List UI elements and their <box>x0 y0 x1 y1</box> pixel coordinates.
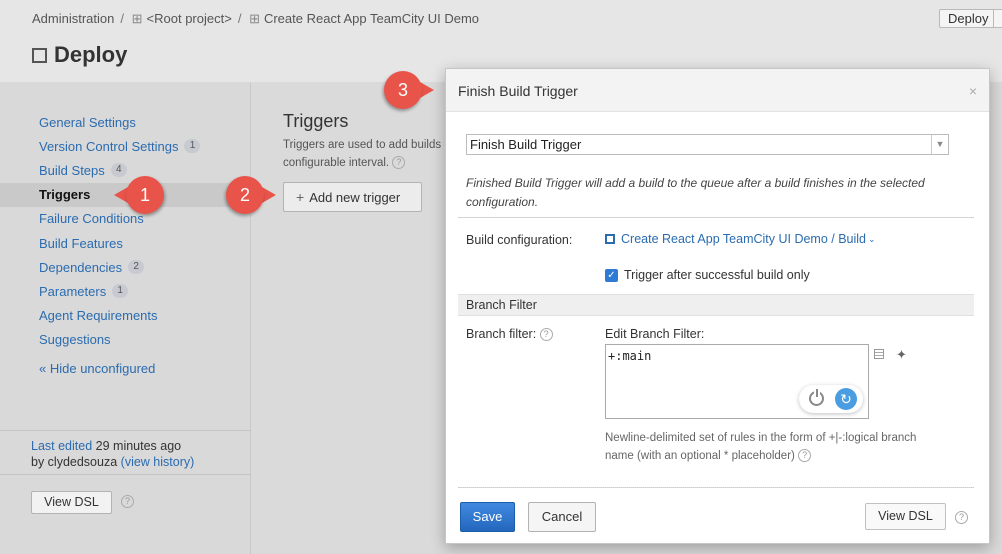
project-icon: ⊞ <box>131 11 143 26</box>
breadcrumb-separator: / <box>237 11 242 26</box>
chevron-down-icon: ⌄ <box>868 233 876 244</box>
count-badge: 1 <box>184 139 201 154</box>
page-title: Deploy <box>32 42 127 68</box>
power-icon[interactable] <box>809 389 824 406</box>
sidebar-item-label: Suggestions <box>39 332 111 348</box>
trigger-type-select[interactable]: Finish Build Trigger ▼ <box>466 134 949 155</box>
section-description-line1: Triggers are used to add builds <box>283 139 442 151</box>
last-edited-link[interactable]: Last edited <box>31 439 92 453</box>
last-edited-info: Last edited 29 minutes ago by clydedsouz… <box>31 438 194 470</box>
last-edited-time: 29 minutes ago <box>95 439 182 453</box>
magic-wand-icon[interactable]: ✦ <box>896 347 907 363</box>
count-badge: 2 <box>128 260 145 275</box>
hide-unconfigured-link[interactable]: « Hide unconfigured <box>39 361 155 376</box>
branch-filter-hint-text: Newline-delimited set of rules in the fo… <box>605 432 917 462</box>
divider <box>458 487 974 488</box>
sidebar-item-label: Build Steps <box>39 162 105 178</box>
callout-2: 2 <box>226 176 276 214</box>
breadcrumb-root-project[interactable]: <Root project> <box>147 11 232 26</box>
section-title: Triggers <box>283 111 349 131</box>
page-title-text: Deploy <box>54 42 128 67</box>
add-new-trigger-button[interactable]: + Add new trigger <box>283 182 422 212</box>
last-edited-by: by clydedsouza <box>31 455 118 469</box>
divider <box>0 430 251 431</box>
breadcrumb-separator: / <box>120 11 124 26</box>
callout-pointer <box>420 82 434 98</box>
sidebar-item-label: Dependencies <box>39 259 123 275</box>
callout-number: 2 <box>239 185 250 205</box>
sidebar-item-agent-requirements[interactable]: Agent Requirements <box>0 304 251 328</box>
help-icon[interactable]: ? <box>392 156 406 170</box>
sidebar: General Settings Version Control Setting… <box>0 83 251 554</box>
sidebar-item-version-control-settings[interactable]: Version Control Settings 1 <box>0 134 251 158</box>
trigger-description: Finished Build Trigger will add a build … <box>466 176 925 209</box>
cancel-button[interactable]: Cancel <box>528 502 596 532</box>
dialog-title: Finish Build Trigger <box>458 83 578 99</box>
divider <box>0 474 251 475</box>
branch-filter-label: Branch filter: ? <box>466 327 553 342</box>
checkmark-icon: ✓ <box>605 268 618 282</box>
deploy-dropdown-button[interactable] <box>993 9 1002 28</box>
checkbox-label: Trigger after successful build only <box>624 268 810 282</box>
sidebar-item-label: General Settings <box>39 114 136 130</box>
build-configuration-label: Build configuration: <box>466 233 573 247</box>
help-icon[interactable]: ? <box>955 511 968 524</box>
branch-filter-hint: Newline-delimited set of rules in the fo… <box>605 429 945 465</box>
section-description: Triggers are used to add builds configur… <box>283 136 453 172</box>
callout-number: 1 <box>139 185 150 205</box>
close-icon[interactable]: × <box>969 83 977 99</box>
sidebar-item-label: Triggers <box>39 187 91 203</box>
sidebar-item-general-settings[interactable]: General Settings <box>0 110 251 134</box>
textarea-toolbar: ↻ <box>799 385 863 413</box>
branch-filter-section-header: Branch Filter <box>458 294 974 316</box>
chevron-down-icon: ▼ <box>931 135 948 154</box>
build-config-icon <box>605 234 615 244</box>
save-button[interactable]: Save <box>460 502 515 532</box>
sidebar-item-label: Parameters <box>39 283 107 299</box>
trigger-type-value: Finish Build Trigger <box>470 137 582 152</box>
view-dsl-button[interactable]: View DSL <box>865 503 946 530</box>
breadcrumb: Administration / ⊞ <Root project> / ⊞ Create… <box>32 11 483 27</box>
successful-build-only-checkbox[interactable]: ✓ Trigger after successful build only <box>605 268 810 282</box>
divider <box>458 217 974 218</box>
view-history-link[interactable]: (view history) <box>121 455 195 469</box>
callout-pointer <box>262 187 276 203</box>
dialog-header: Finish Build Trigger × <box>446 69 989 112</box>
help-icon[interactable]: ? <box>121 495 134 508</box>
refresh-icon[interactable]: ↻ <box>835 388 857 410</box>
finish-build-trigger-dialog: Finish Build Trigger × Finish Build Trig… <box>445 68 990 544</box>
sidebar-nav: General Settings Version Control Setting… <box>0 110 251 352</box>
sidebar-item-label: Version Control Settings <box>39 138 179 154</box>
sidebar-item-suggestions[interactable]: Suggestions <box>0 328 251 352</box>
count-badge: 1 <box>112 284 129 299</box>
sidebar-item-label: Build Features <box>39 235 123 251</box>
build-configuration-selector[interactable]: Create React App TeamCity UI Demo / Buil… <box>605 232 876 246</box>
edit-branch-filter-label: Edit Branch Filter: <box>605 327 705 341</box>
sidebar-item-label: Agent Requirements <box>39 308 158 324</box>
section-description-line2: configurable interval. <box>283 157 390 169</box>
plus-icon: + <box>296 189 305 205</box>
view-dsl-button[interactable]: View DSL <box>31 491 112 514</box>
build-config-icon <box>32 47 47 63</box>
sidebar-item-parameters[interactable]: Parameters 1 <box>0 279 251 303</box>
breadcrumb-administration[interactable]: Administration <box>32 11 114 26</box>
callout-3: 3 <box>384 71 434 109</box>
project-icon: ⊞ <box>249 11 260 26</box>
deploy-button[interactable]: Deploy <box>939 9 998 28</box>
callout-number: 3 <box>397 80 408 100</box>
breadcrumb-project[interactable]: Create React App TeamCity UI Demo <box>264 11 479 26</box>
sidebar-item-build-features[interactable]: Build Features <box>0 231 251 255</box>
list-icon[interactable] <box>874 349 884 359</box>
add-new-trigger-label: Add new trigger <box>309 190 401 205</box>
build-configuration-value: Create React App TeamCity UI Demo / Buil… <box>621 232 867 246</box>
help-icon[interactable]: ? <box>539 328 553 342</box>
sidebar-item-dependencies[interactable]: Dependencies 2 <box>0 255 251 279</box>
help-icon[interactable]: ? <box>798 449 812 463</box>
callout-1: 1 <box>114 176 164 214</box>
branch-filter-label-text: Branch filter: <box>466 327 537 341</box>
section-header-label: Branch Filter <box>466 298 537 312</box>
